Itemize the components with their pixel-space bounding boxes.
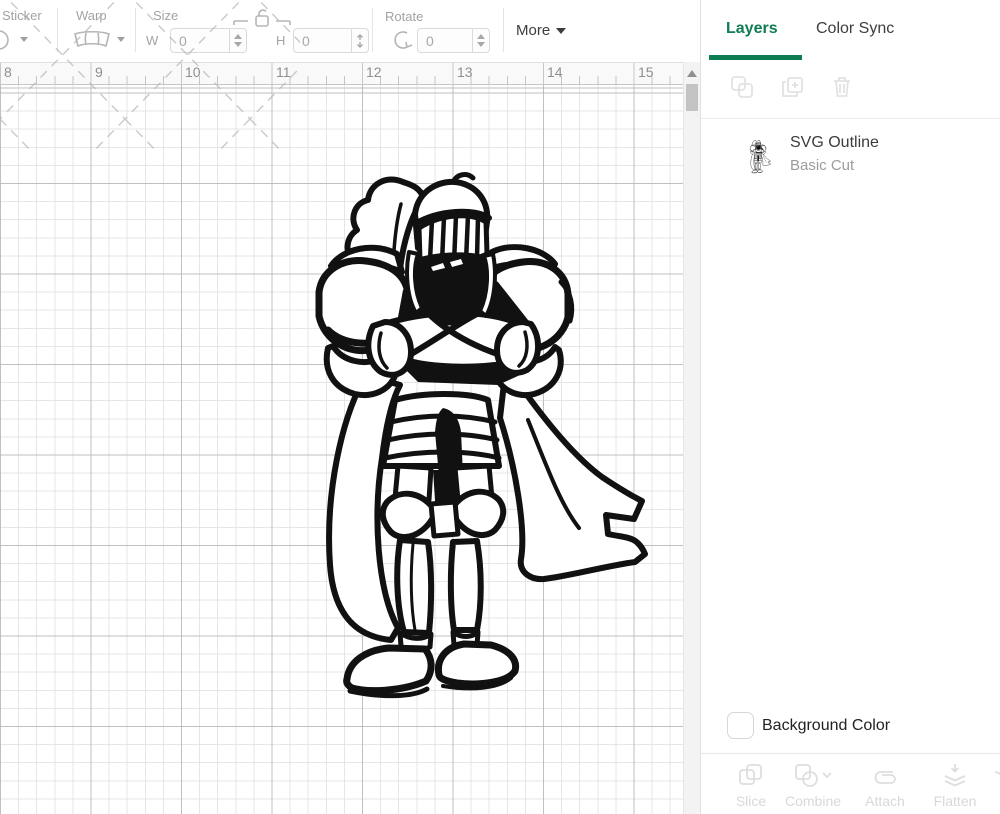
rotate-input[interactable] [418,29,472,52]
warp-dropdown-caret[interactable] [117,37,125,42]
active-tab-underline [709,55,802,60]
width-stepper-down-icon[interactable] [234,42,242,47]
attach-label: Attach [865,793,905,809]
duplicate-layer-icon[interactable] [779,74,805,100]
ruler-number: 15 [638,64,654,80]
more-caret-icon [556,28,566,34]
ruler-number: 9 [95,64,103,80]
height-label: H [276,33,285,48]
width-field-box [170,28,247,53]
attach-icon [872,762,898,788]
ruler-number: 14 [547,64,563,80]
rotate-label: Rotate [385,9,423,24]
rotate-field-box [417,28,490,53]
ruler-number: 8 [4,64,12,80]
panel-divider [701,118,1000,119]
combine-icon [794,762,832,788]
toolbar-divider [372,8,373,52]
attach-button[interactable]: Attach [850,762,920,809]
layer-title: SVG Outline [790,134,879,152]
combine-button[interactable]: Combine [778,762,848,809]
slice-label: Slice [736,793,766,809]
size-label: Size [153,8,178,23]
height-field-box [293,28,369,53]
width-stepper-up-icon[interactable] [234,34,242,39]
rotate-stepper-down-icon[interactable] [477,42,485,47]
ruler-number: 13 [457,64,473,80]
toolbar-divider [135,8,136,52]
scrollbar-thumb[interactable] [686,84,698,111]
rotate-stepper[interactable] [472,29,489,52]
flatten-label: Flatten [934,793,977,809]
toolbar-divider [57,8,58,52]
width-stepper[interactable] [229,29,246,52]
height-autosize-icon[interactable] [355,34,365,48]
scroll-up-arrow-icon[interactable] [687,70,697,77]
sticker-label: Sticker [2,8,42,23]
warp-label: Warp [76,8,107,23]
ruler-number: 10 [185,64,201,80]
tab-layers[interactable]: Layers [726,20,778,38]
flatten-icon [942,762,968,788]
layers-panel: Layers Color Sync SVG Outline Basic Cut [700,0,1000,814]
layer-thumbnail-knight [749,140,771,174]
flatten-button[interactable]: Flatten [920,762,990,809]
knight-artwork[interactable] [303,170,648,710]
more-label: More [516,22,550,39]
canvas-vertical-scrollbar[interactable] [683,62,700,814]
layer-cut-type: Basic Cut [790,157,879,174]
layer-list-item[interactable]: SVG Outline Basic Cut [749,134,989,186]
height-stepper[interactable] [351,29,368,52]
clipped-action-icon[interactable] [993,766,1000,792]
tab-color-sync[interactable]: Color Sync [816,20,894,38]
slice-button[interactable]: Slice [716,762,786,809]
horizontal-ruler: 8 9 10 11 12 13 14 15 [0,62,683,85]
more-menu-button[interactable]: More [516,22,566,39]
group-layers-icon[interactable] [729,74,755,100]
ruler-number: 11 [276,64,291,80]
slice-icon [738,762,764,788]
design-app-window: Sticker Warp Size W H [0,0,1000,814]
height-input[interactable] [294,29,351,52]
rotate-icon[interactable] [390,29,414,51]
sticker-dropdown-caret[interactable] [20,37,28,42]
delete-layer-icon[interactable] [829,74,855,100]
combine-label: Combine [785,793,841,809]
sticker-icon[interactable] [0,27,18,53]
design-canvas[interactable] [0,85,683,814]
toolbar-divider [503,8,504,52]
width-input[interactable] [171,29,229,52]
rotate-stepper-up-icon[interactable] [477,34,485,39]
background-color-label: Background Color [762,717,890,735]
top-toolbar: Sticker Warp Size W H [0,0,700,62]
background-color-swatch[interactable] [727,712,754,739]
ruler-number: 12 [366,64,382,80]
size-lock-icon[interactable] [232,8,292,30]
warp-icon[interactable] [72,30,112,50]
panel-divider [701,753,1000,754]
width-label: W [146,33,158,48]
